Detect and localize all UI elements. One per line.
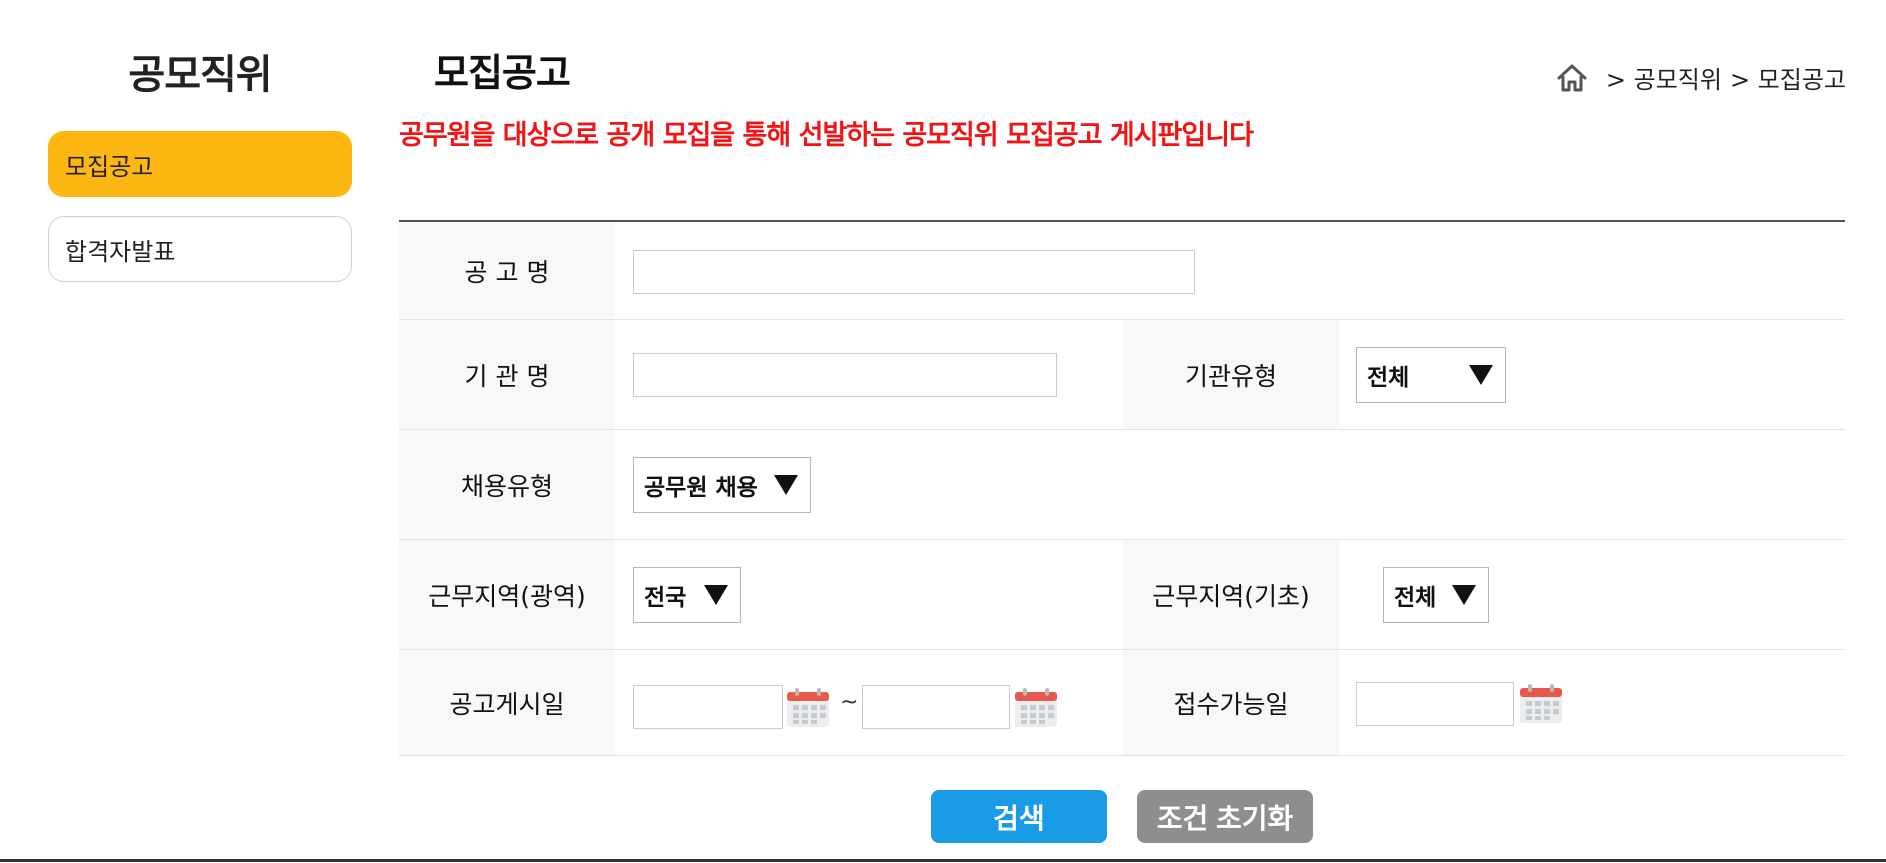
section-divider (0, 859, 1886, 862)
form-row-region: 근무지역(광역) 전국 근무지역(기초) 전체 (399, 540, 1845, 650)
region-local-selected: 전체 (1394, 585, 1437, 611)
dropdown-arrow-icon (774, 475, 798, 495)
form-row-dates: 공고게시일 ~ 접수가능일 (399, 650, 1845, 756)
post-date-to-input[interactable] (862, 685, 1010, 729)
form-row-hire-type: 채용유형 공무원 채용 (399, 430, 1845, 540)
region-wide-selected: 전국 (644, 585, 687, 611)
breadcrumb: > 공모직위 > 모집공고 (1556, 60, 1846, 95)
region-local-select[interactable]: 전체 (1383, 567, 1489, 623)
accept-date-label: 접수가능일 (1123, 650, 1339, 755)
calendar-icon[interactable] (1013, 687, 1059, 729)
breadcrumb-item-current[interactable]: > 모집공고 (1730, 60, 1846, 95)
org-name-label: 기 관 명 (399, 320, 615, 429)
hire-type-selected: 공무원 채용 (644, 475, 758, 501)
notice-name-input[interactable] (633, 250, 1195, 294)
date-range-separator: ~ (840, 690, 859, 715)
form-row-org: 기 관 명 기관유형 전체 (399, 320, 1845, 430)
search-button[interactable]: 검색 (931, 790, 1107, 843)
org-name-input[interactable] (633, 353, 1057, 397)
sidebar-item-results[interactable]: 합격자발표 (48, 216, 352, 282)
post-date-from-input[interactable] (633, 685, 783, 729)
home-icon[interactable] (1556, 63, 1588, 93)
region-wide-select[interactable]: 전국 (633, 567, 741, 623)
sidebar-item-recruit-notice[interactable]: 모집공고 (48, 131, 352, 197)
breadcrumb-item-category[interactable]: > 공모직위 (1606, 60, 1722, 95)
region-wide-label: 근무지역(광역) (399, 540, 615, 649)
sidebar-title: 공모직위 (128, 52, 272, 98)
org-type-label: 기관유형 (1123, 320, 1339, 429)
sidebar-item-label: 모집공고 (65, 152, 154, 181)
org-type-selected: 전체 (1367, 365, 1410, 391)
dropdown-arrow-icon (704, 585, 728, 605)
hire-type-select[interactable]: 공무원 채용 (633, 457, 811, 513)
org-type-select[interactable]: 전체 (1356, 347, 1506, 403)
hire-type-label: 채용유형 (399, 430, 615, 539)
notice-name-label: 공 고 명 (399, 222, 615, 319)
calendar-icon[interactable] (785, 687, 831, 729)
reset-conditions-button[interactable]: 조건 초기화 (1137, 790, 1313, 843)
post-date-label: 공고게시일 (399, 650, 615, 755)
sidebar-item-label: 합격자발표 (65, 237, 176, 266)
search-form: 공 고 명 기 관 명 기관유형 전체 채용유형 공무원 채용 근무지역(광역)… (399, 220, 1845, 756)
region-local-label: 근무지역(기초) (1123, 540, 1339, 649)
calendar-icon[interactable] (1518, 683, 1564, 725)
page-title: 모집공고 (434, 51, 571, 95)
accept-date-input[interactable] (1356, 682, 1514, 726)
dropdown-arrow-icon (1469, 365, 1493, 385)
dropdown-arrow-icon (1452, 585, 1476, 605)
board-notice-text: 공무원을 대상으로 공개 모집을 통해 선발하는 공모직위 모집공고 게시판입니… (399, 120, 1254, 151)
form-row-notice-name: 공 고 명 (399, 222, 1845, 320)
